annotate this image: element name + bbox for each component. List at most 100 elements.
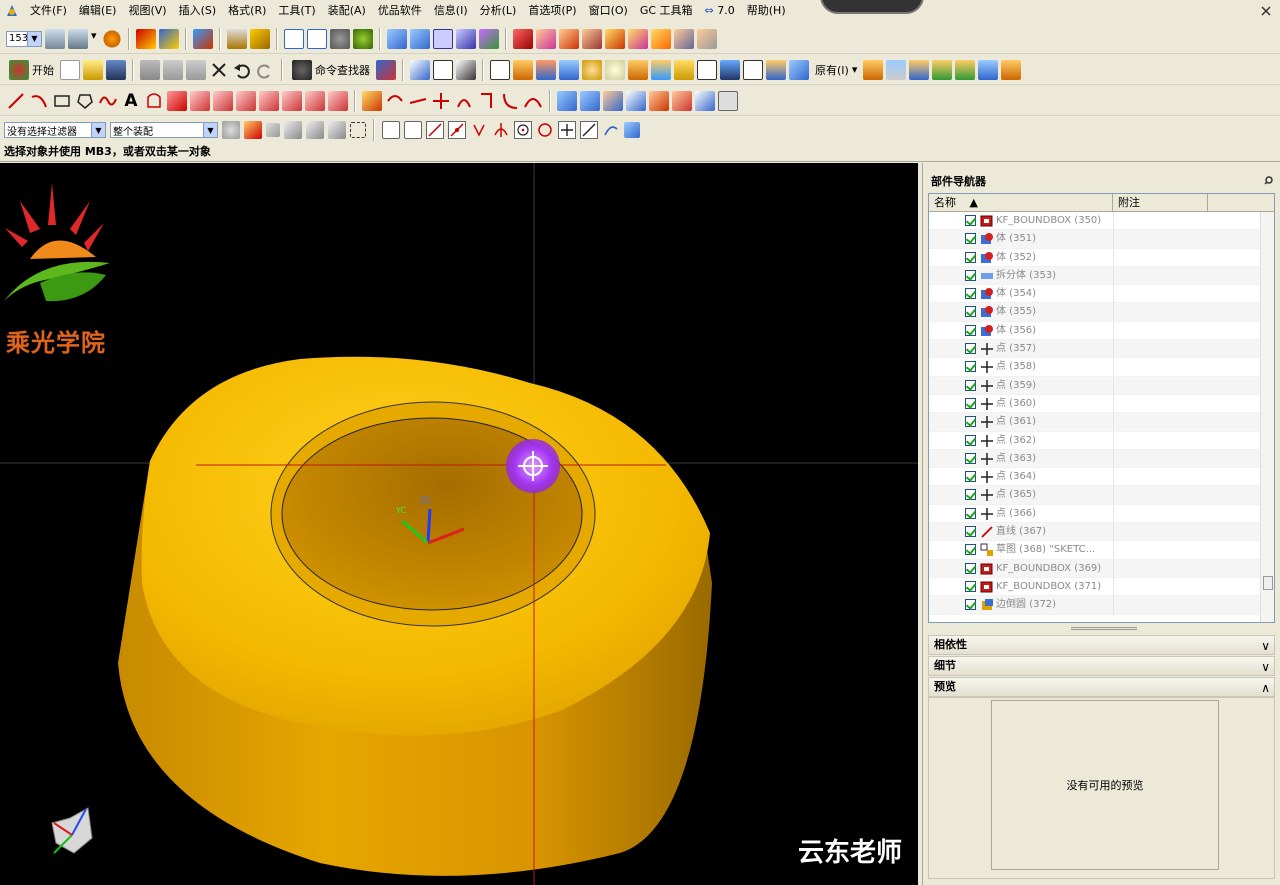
array-component-icon[interactable] (651, 28, 671, 49)
datum-icon[interactable] (674, 59, 694, 80)
project-curve-icon[interactable] (167, 90, 187, 111)
n-sided-surface-icon[interactable] (626, 90, 646, 111)
combine-curve-icon[interactable] (236, 90, 256, 111)
offset-face-icon[interactable] (766, 59, 786, 80)
part-model[interactable]: YC ZC (0, 163, 918, 885)
visibility-checkbox[interactable] (965, 397, 976, 409)
tree-scrollbar[interactable] (1260, 212, 1274, 622)
bridge-curve-icon[interactable] (213, 90, 233, 111)
visibility-checkbox[interactable] (965, 324, 976, 336)
tree-row[interactable]: 体 (355) (929, 303, 1274, 322)
through-mesh-icon[interactable] (580, 90, 600, 111)
groove-icon[interactable] (651, 59, 671, 80)
color-swatch-icon[interactable] (718, 90, 738, 111)
extrude-icon[interactable] (513, 59, 533, 80)
snap-on-curve-icon[interactable] (558, 121, 576, 139)
dropdown-arrow-icon[interactable]: ▾ (91, 29, 99, 49)
tree-row[interactable]: 点 (359) (929, 376, 1274, 395)
view-wireframe-icon[interactable] (433, 28, 453, 49)
divide-curve-icon[interactable] (408, 91, 428, 111)
scrollbar-thumb[interactable] (1263, 576, 1273, 590)
edit-curve-icon[interactable] (362, 90, 382, 111)
subtract-icon[interactable] (955, 59, 976, 80)
menu-tools[interactable]: 工具(T) (272, 0, 321, 22)
save-icon[interactable] (106, 59, 126, 80)
pin-icon[interactable] (1264, 175, 1274, 185)
view-orient-icon[interactable] (479, 28, 499, 49)
snap-endpoint-icon[interactable] (404, 121, 422, 139)
tree-row[interactable]: 点 (358) (929, 358, 1274, 377)
pad-icon[interactable] (628, 59, 648, 80)
zoom-icon[interactable] (307, 28, 327, 49)
arc-icon[interactable] (29, 91, 49, 111)
through-curves-icon[interactable] (557, 90, 577, 111)
chamfer-icon[interactable] (886, 59, 907, 80)
fit-view-icon[interactable] (284, 28, 304, 49)
tree-row[interactable]: 体 (351) (929, 230, 1274, 249)
menu-information[interactable]: 信息(I) (428, 0, 474, 22)
undo-icon[interactable] (232, 60, 252, 80)
tree-row[interactable]: 点 (366) (929, 504, 1274, 524)
menu-assembly[interactable]: 装配(A) (322, 0, 372, 22)
swept-icon[interactable] (603, 90, 623, 111)
section-curve-icon[interactable] (259, 90, 279, 111)
line-icon[interactable] (6, 91, 26, 111)
type-filter-select[interactable]: 没有选择过滤器 ▼ (4, 122, 106, 138)
visibility-checkbox[interactable] (965, 251, 976, 263)
view-top-icon[interactable] (410, 28, 430, 49)
explode-view-icon[interactable] (674, 28, 694, 49)
intersect-curve-icon[interactable] (190, 90, 210, 111)
splitter-handle[interactable] (1071, 627, 1137, 630)
snap-settings-icon[interactable] (376, 59, 396, 80)
view-front-icon[interactable] (387, 28, 407, 49)
snap-intersection-icon[interactable] (492, 121, 510, 139)
delete-icon[interactable] (209, 60, 229, 80)
visibility-checkbox[interactable] (965, 507, 976, 519)
paste-icon[interactable] (186, 59, 206, 80)
measure-angle-icon[interactable] (250, 28, 270, 49)
new-component-icon[interactable] (559, 28, 579, 49)
intersect-icon[interactable] (978, 59, 999, 80)
extract-curve-icon[interactable] (282, 90, 302, 111)
revolve-icon[interactable] (536, 59, 556, 80)
tree-row[interactable]: 拆分体 (353) (929, 266, 1274, 286)
assembly-component-icon[interactable] (513, 28, 533, 49)
tree-row[interactable]: 点 (361) (929, 413, 1274, 432)
visibility-checkbox[interactable] (965, 526, 976, 538)
snap-midpoint-icon[interactable] (448, 121, 466, 139)
stretch-curve-icon[interactable] (454, 91, 474, 111)
new-file-icon[interactable] (60, 59, 80, 80)
thicken-icon[interactable] (695, 90, 715, 111)
boss-icon[interactable] (605, 59, 625, 80)
visibility-checkbox[interactable] (965, 379, 976, 391)
render-style-icon[interactable] (330, 28, 350, 49)
menu-window[interactable]: 窗口(O) (583, 0, 634, 22)
move-to-layer-icon[interactable] (68, 28, 88, 49)
undo-select-icon[interactable] (266, 123, 280, 137)
visibility-checkbox[interactable] (965, 452, 976, 464)
menu-preferences[interactable]: 首选项(P) (522, 0, 582, 22)
tree-row[interactable]: 点 (362) (929, 431, 1274, 450)
section-preview[interactable]: 预览 ∧ (928, 677, 1275, 697)
constraint-icon[interactable] (582, 28, 602, 49)
sketch-icon[interactable] (490, 59, 510, 80)
section-details[interactable]: 细节 ∨ (928, 656, 1275, 676)
block-icon[interactable] (559, 59, 579, 80)
wcs-dynamic-icon[interactable] (433, 59, 453, 80)
visibility-checkbox[interactable] (965, 580, 976, 592)
tree-row[interactable]: 边倒圆 (372) (929, 596, 1274, 615)
smooth-spline-icon[interactable] (523, 91, 543, 111)
rectangle-icon[interactable] (52, 91, 72, 111)
add-component-icon[interactable] (536, 28, 556, 49)
unite-icon[interactable] (932, 59, 953, 80)
tree-row[interactable]: 草图 (368) "SKETC... (929, 541, 1274, 560)
visibility-checkbox[interactable] (965, 434, 976, 446)
menu-gc-toolbox[interactable]: GC 工具箱 (634, 0, 699, 22)
measure-distance-icon[interactable] (227, 28, 247, 49)
tree-row[interactable]: 体 (356) (929, 321, 1274, 341)
rectangle-select-icon[interactable] (350, 122, 366, 138)
layer-select[interactable]: 153 ▼ (6, 30, 42, 47)
column-header-note[interactable]: 附注 (1113, 194, 1208, 211)
visibility-checkbox[interactable] (965, 215, 976, 226)
curve-length-icon[interactable] (477, 91, 497, 111)
